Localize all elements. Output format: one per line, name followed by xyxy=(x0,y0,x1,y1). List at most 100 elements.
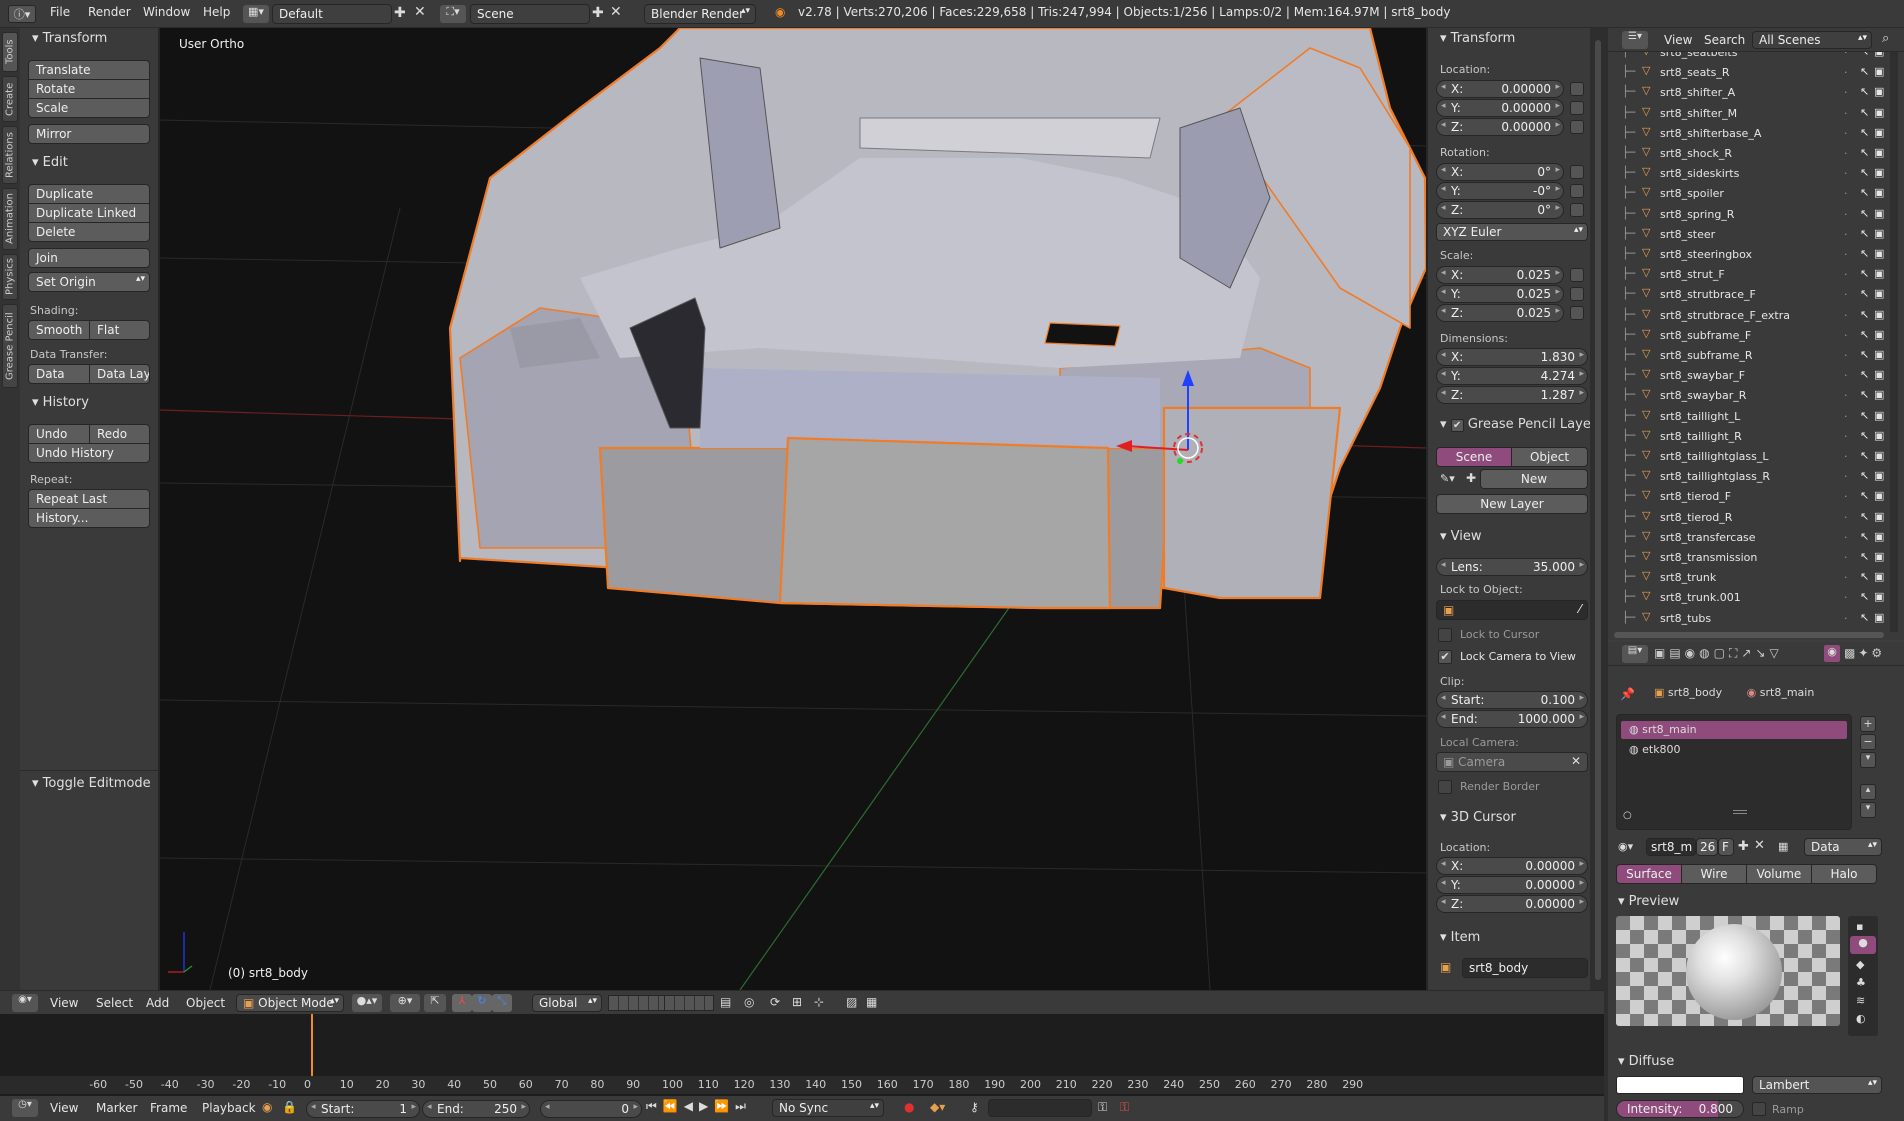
preview-range-icon[interactable]: ◉ xyxy=(262,1100,272,1114)
clear-camera-icon[interactable]: ✕ xyxy=(1571,754,1581,768)
eyedropper-icon[interactable]: ⁄ xyxy=(1579,602,1581,616)
restrict-select-icon[interactable]: ↖ xyxy=(1860,530,1869,543)
snap-element-icon[interactable]: ⊞ xyxy=(792,995,802,1009)
layer-buttons-a[interactable] xyxy=(608,995,668,1011)
restrict-select-icon[interactable]: ↖ xyxy=(1860,65,1869,78)
restrict-select-icon[interactable]: ↖ xyxy=(1860,267,1869,280)
slot-add-icon[interactable]: + xyxy=(1860,716,1876,732)
proportional-edit-icon[interactable]: ◎ xyxy=(744,995,754,1009)
material-users-count[interactable]: 26 xyxy=(1696,838,1718,856)
wire-tab[interactable]: Wire xyxy=(1681,864,1747,884)
scale-y-field[interactable]: ◂ Y: 0.025 ▸ xyxy=(1436,285,1564,303)
outliner-item[interactable]: ├─ ▽ srt8_subframe_F · ↖ ▣ xyxy=(1608,327,1888,347)
outliner-search-icon[interactable]: ⌕ xyxy=(1882,31,1889,46)
restrict-select-icon[interactable]: ↖ xyxy=(1860,510,1869,523)
cursor-z-field[interactable]: ◂ Z: 0.00000 ▸ xyxy=(1436,895,1588,913)
diffuse-panel-header[interactable]: ▾ Diffuse xyxy=(1618,1054,1674,1069)
outliner-item[interactable]: ├─ ▽ srt8_seatbelts · ↖ ▣ xyxy=(1608,52,1888,64)
restrict-view-icon[interactable]: · xyxy=(1844,66,1848,79)
restrict-render-icon[interactable]: ▣ xyxy=(1874,186,1884,199)
tab-tools[interactable]: Tools xyxy=(2,32,18,72)
gp-object-tab[interactable]: Object xyxy=(1511,447,1588,467)
duplicate-button[interactable]: Duplicate xyxy=(28,184,150,204)
restrict-render-icon[interactable]: ▣ xyxy=(1874,489,1884,502)
material-slot-row[interactable]: ◍ etk800 xyxy=(1621,741,1847,759)
restrict-select-icon[interactable]: ↖ xyxy=(1860,146,1869,159)
close-scene-icon[interactable]: ✕ xyxy=(610,4,622,20)
intensity-field[interactable]: Intensity: 0.800 xyxy=(1616,1100,1744,1118)
close-layout-icon[interactable]: ✕ xyxy=(414,4,426,20)
restrict-render-icon[interactable]: ▣ xyxy=(1874,106,1884,119)
clip-end-field[interactable]: ◂ End: 1000.000 ▸ xyxy=(1436,710,1588,728)
restrict-view-icon[interactable]: · xyxy=(1844,86,1848,99)
restrict-select-icon[interactable]: ↖ xyxy=(1860,247,1869,260)
start-frame-field[interactable]: ◂ Start: 1 ▸ xyxy=(306,1100,420,1118)
manipulator-toggle-icon[interactable]: ⇱ xyxy=(424,994,446,1012)
restrict-select-icon[interactable]: ↖ xyxy=(1860,611,1869,624)
outliner-item[interactable]: ├─ ▽ srt8_spoiler · ↖ ▣ xyxy=(1608,185,1888,205)
restrict-select-icon[interactable]: ↖ xyxy=(1860,328,1869,341)
data-transfer-button[interactable]: Data xyxy=(28,364,90,384)
outliner-item[interactable]: ├─ ▽ srt8_transmission · ↖ ▣ xyxy=(1608,549,1888,569)
restrict-select-icon[interactable]: ↖ xyxy=(1860,388,1869,401)
car-model[interactable] xyxy=(448,28,1426,610)
outliner-item[interactable]: ├─ ▽ srt8_shifter_M · ↖ ▣ xyxy=(1608,105,1888,125)
outliner-item[interactable]: ├─ ▽ srt8_tierod_F · ↖ ▣ xyxy=(1608,488,1888,508)
outliner-item[interactable]: ├─ ▽ srt8_taillightglass_R · ↖ ▣ xyxy=(1608,468,1888,488)
material-slot-row[interactable]: ◍ srt8_main xyxy=(1621,721,1847,739)
duplicate-linked-button[interactable]: Duplicate Linked xyxy=(28,203,150,223)
lock-rotation-z-icon[interactable] xyxy=(1570,203,1584,217)
restrict-view-icon[interactable]: · xyxy=(1844,329,1848,342)
lock-cursor-checkbox[interactable] xyxy=(1438,628,1452,642)
outliner-item[interactable]: ├─ ▽ srt8_tierod_R · ↖ ▣ xyxy=(1608,509,1888,529)
location-x-field[interactable]: ◂ X: 0.00000 ▸ xyxy=(1436,80,1564,98)
material-tab-icon[interactable]: ◉ xyxy=(1824,645,1840,662)
rotation-x-field[interactable]: ◂ X: 0° ▸ xyxy=(1436,163,1564,181)
timeline-menu-playback[interactable]: Playback xyxy=(202,1101,256,1115)
scene-icon[interactable]: ⛶▾ xyxy=(440,5,466,23)
restrict-view-icon[interactable]: · xyxy=(1844,571,1848,584)
preview-sky-icon[interactable]: ◐ xyxy=(1856,1012,1866,1025)
cursor-y-field[interactable]: ◂ Y: 0.00000 ▸ xyxy=(1436,876,1588,894)
snap-toggle-icon[interactable]: ⟳ xyxy=(770,995,780,1009)
restrict-select-icon[interactable]: ↖ xyxy=(1860,186,1869,199)
restrict-view-icon[interactable]: · xyxy=(1844,52,1848,59)
view-panel-header[interactable]: ▾ View xyxy=(1440,529,1482,544)
outliner-item[interactable]: ├─ ▽ srt8_spring_R · ↖ ▣ xyxy=(1608,206,1888,226)
slot-move-up-icon[interactable]: ▴ xyxy=(1860,784,1876,800)
restrict-render-icon[interactable]: ▣ xyxy=(1874,611,1884,624)
slot-filter-icon[interactable]: ○ xyxy=(1623,810,1632,821)
diffuse-shader-select[interactable]: Lambert ▴▾ xyxy=(1752,1076,1882,1094)
current-frame-field[interactable]: ◂ 0 ▸ xyxy=(540,1100,642,1118)
restrict-view-icon[interactable]: · xyxy=(1844,490,1848,503)
restrict-render-icon[interactable]: ▣ xyxy=(1874,449,1884,462)
restrict-render-icon[interactable]: ▣ xyxy=(1874,308,1884,321)
end-frame-field[interactable]: ◂ End: 250 ▸ xyxy=(422,1100,530,1118)
timeline-editor-icon[interactable]: ◷▾ xyxy=(12,1099,38,1117)
restrict-view-icon[interactable]: · xyxy=(1844,288,1848,301)
keying-set-icon[interactable]: ⚷ xyxy=(970,1100,979,1114)
location-y-field[interactable]: ◂ Y: 0.00000 ▸ xyxy=(1436,99,1564,117)
restrict-select-icon[interactable]: ↖ xyxy=(1860,85,1869,98)
restrict-view-icon[interactable]: · xyxy=(1844,187,1848,200)
restrict-view-icon[interactable]: · xyxy=(1844,591,1848,604)
lock-rotation-y-icon[interactable] xyxy=(1570,184,1584,198)
outliner-item[interactable]: ├─ ▽ srt8_taillight_L · ↖ ▣ xyxy=(1608,408,1888,428)
smooth-button[interactable]: Smooth xyxy=(28,320,90,340)
tab-animation[interactable]: Animation xyxy=(2,188,18,250)
undo-button[interactable]: Undo xyxy=(28,424,90,444)
rotation-mode-select[interactable]: XYZ Euler ▴▾ xyxy=(1436,223,1588,241)
restrict-select-icon[interactable]: ↖ xyxy=(1860,368,1869,381)
restrict-render-icon[interactable]: ▣ xyxy=(1874,429,1884,442)
shading-mode-icon[interactable]: ●▴▾ xyxy=(352,994,382,1012)
scale-z-field[interactable]: ◂ Z: 0.025 ▸ xyxy=(1436,304,1564,322)
restrict-view-icon[interactable]: · xyxy=(1844,147,1848,160)
dimension-z-field[interactable]: ◂ Z: 1.287 ▸ xyxy=(1436,386,1588,404)
outliner-scrollbar[interactable] xyxy=(1890,52,1898,632)
toggle-editmode-header[interactable]: ▾ Toggle Editmode xyxy=(32,776,151,791)
orientation-select[interactable]: Global ▴▾ xyxy=(532,994,602,1012)
outliner-item[interactable]: ├─ ▽ srt8_shifterbase_A · ↖ ▣ xyxy=(1608,125,1888,145)
restrict-select-icon[interactable]: ↖ xyxy=(1860,550,1869,563)
restrict-view-icon[interactable]: · xyxy=(1844,612,1848,625)
lock-time-icon[interactable]: 🔒 xyxy=(282,1100,297,1114)
